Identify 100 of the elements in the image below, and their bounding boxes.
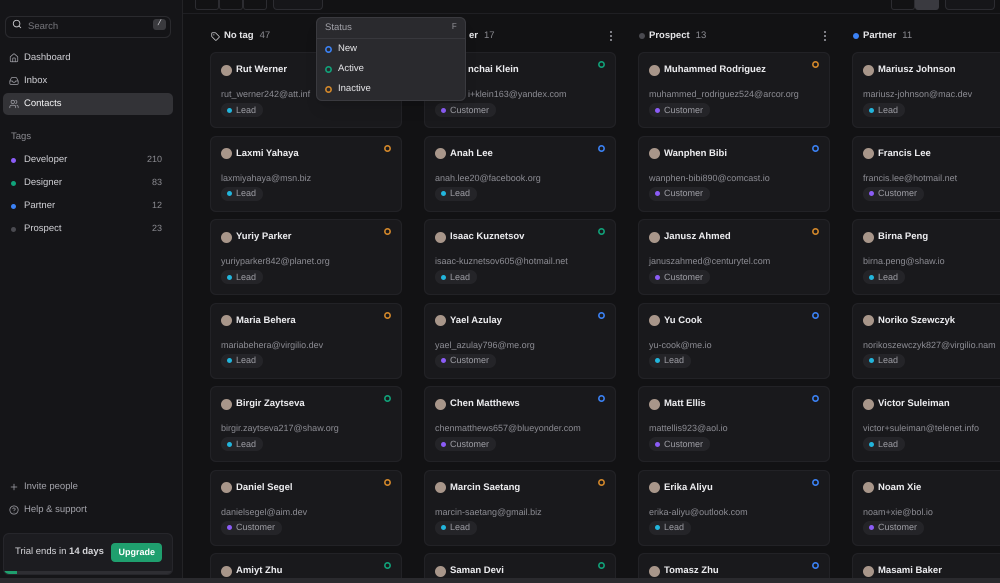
contact-email: wanphen-bibi890@comcast.io: [649, 172, 770, 182]
contact-name: Laxmi Yahaya: [236, 148, 299, 160]
contact-card[interactable]: Yael Azulay yael_azulay796@me.org Customer: [424, 302, 616, 378]
tag-label: Lead: [450, 188, 470, 199]
sidebar-link[interactable]: Help & support: [3, 499, 173, 521]
contact-card[interactable]: Amiyt Zhu: [210, 553, 402, 578]
tag-count: 23: [152, 222, 162, 236]
toolbar-button[interactable]: [273, 0, 323, 10]
contact-card[interactable]: Victor Suleiman victor+suleiman@telenet.info Lead: [852, 386, 1000, 462]
nav-item[interactable]: Dashboard: [3, 47, 173, 69]
contact-card[interactable]: Maria Behera mariabehera@virgilio.dev Lead: [210, 302, 402, 378]
contact-card[interactable]: Mariusz Johnson mariusz-johnson@mac.dev Lead: [852, 52, 1000, 128]
avatar: [435, 148, 446, 159]
contact-name: Matt Ellis: [664, 398, 706, 410]
tag-item[interactable]: Designer 83: [3, 172, 173, 194]
contact-name: Birgir Zaytseva: [236, 398, 305, 410]
contact-name: Rut Werner: [236, 64, 288, 76]
avatar: [649, 64, 660, 76]
column-count: 13: [696, 30, 706, 42]
tag-label: Customer: [878, 522, 918, 533]
shortcut-key: F: [452, 21, 457, 35]
section-heading: Tags: [10, 131, 32, 143]
column-title: No tag: [224, 30, 254, 42]
contact-card[interactable]: Birgir Zaytseva birgir.zaytseva217@shaw.org Lead: [210, 386, 402, 462]
contact-card[interactable]: Saman Devi: [424, 553, 616, 578]
contact-name: Maria Behera: [236, 314, 296, 326]
contact-card[interactable]: Noam Xie noam+xie@bol.io Customer: [852, 470, 1000, 546]
contact-card[interactable]: Matt Ellis mattellis923@aol.io Customer: [638, 386, 830, 462]
contact-name: nchai Klein: [468, 64, 519, 76]
toolbar-button[interactable]: [915, 0, 939, 10]
column-title: Prospect: [649, 30, 690, 42]
toolbar-button[interactable]: [219, 0, 243, 10]
nav-item[interactable]: Inbox: [3, 70, 173, 92]
contact-name: Chen Matthews: [450, 398, 520, 410]
toolbar-button[interactable]: [243, 0, 267, 10]
contact-name: Noam Xie: [878, 482, 922, 494]
avatar: [649, 148, 660, 159]
contact-name: Janusz Ahmed: [664, 231, 731, 243]
column-title: Partner: [863, 30, 896, 42]
contact-card[interactable]: Daniel Segel danielsegel@aim.dev Customer: [210, 470, 402, 546]
contact-card[interactable]: Masami Baker: [852, 553, 1000, 578]
contact-card[interactable]: Noriko Szewczyk norikoszewczyk827@virgilio.nam Lead: [852, 302, 1000, 378]
nav-item[interactable]: Contacts: [3, 93, 173, 115]
tag-label: Customer: [664, 272, 704, 282]
contact-email: anah.lee20@facebook.org: [435, 172, 541, 182]
contact-email: marcin-saetang@gmail.biz: [435, 506, 542, 516]
tag-item[interactable]: Prospect 23: [3, 218, 173, 240]
contact-name: Marcin Saetang: [450, 482, 520, 494]
tag-label: Lead: [878, 272, 898, 282]
avatar: [863, 315, 874, 326]
contact-name: Erika Aliyu: [664, 482, 713, 494]
contact-card[interactable]: Laxmi Yahaya laxmiyahaya@msn.biz Lead: [210, 136, 402, 212]
contact-card[interactable]: Janusz Ahmed januszahmed@centurytel.com Customer: [638, 219, 830, 295]
avatar: [863, 64, 874, 76]
toolbar-button[interactable]: [945, 0, 995, 10]
avatar: [649, 232, 660, 242]
contact-email: yu-cook@me.io: [649, 340, 712, 350]
contact-email: i+klein163@yandex.com: [468, 89, 566, 99]
contact-email: yael_azulay796@me.org: [435, 340, 535, 350]
tag-label: Lead: [236, 272, 256, 282]
tag-count: 12: [152, 199, 162, 212]
tag-label: Customer: [236, 522, 276, 533]
plus-icon: [9, 482, 19, 492]
contact-card[interactable]: Marcin Saetang marcin-saetang@gmail.biz Lead: [424, 470, 616, 546]
sidebar-link[interactable]: Invite people: [3, 476, 173, 498]
contact-card[interactable]: Francis Lee francis.lee@hotmail.net Customer: [852, 136, 1000, 212]
avatar: [221, 232, 232, 242]
contact-card[interactable]: Tomasz Zhu: [638, 553, 830, 578]
column-title: er: [469, 30, 478, 42]
tag-label: Customer: [664, 188, 704, 199]
shortcut-key: /: [153, 18, 166, 30]
contact-card[interactable]: Muhammed Rodriguez muhammed_rodriguez524@arcor.org Customer: [638, 52, 830, 128]
avatar: [863, 148, 874, 159]
tag-label: Lead: [450, 522, 470, 533]
tag-label: Customer: [450, 438, 490, 450]
menu-title: Status: [325, 20, 352, 35]
tag-label: Customer: [664, 438, 704, 450]
contact-card[interactable]: Birna Peng birna.peng@shaw.io Lead: [852, 219, 1000, 295]
contact-email: francis.lee@hotmail.net: [863, 172, 958, 182]
inbox-icon: [9, 76, 19, 86]
contact-email: erika-aliyu@outlook.com: [649, 506, 748, 516]
contact-card[interactable]: Yu Cook yu-cook@me.io Lead: [638, 302, 830, 378]
tag-item[interactable]: Partner 12: [3, 195, 173, 217]
contact-email: mariabehera@virgilio.dev: [221, 340, 324, 350]
contact-card[interactable]: Wanphen Bibi wanphen-bibi890@comcast.io Customer: [638, 136, 830, 212]
contact-card[interactable]: Anah Lee anah.lee20@facebook.org Lead: [424, 136, 616, 212]
tag-label: Lead: [878, 355, 898, 366]
toolbar-button[interactable]: [195, 0, 219, 10]
contact-card[interactable]: Erika Aliyu erika-aliyu@outlook.com Lead: [638, 470, 830, 546]
contact-email: danielsegel@aim.dev: [221, 506, 308, 516]
tag-item[interactable]: Developer 210: [3, 149, 173, 171]
contact-name: Tomasz Zhu: [664, 565, 719, 577]
tag-label: Customer: [450, 104, 490, 116]
contact-card[interactable]: Chen Matthews chenmatthews657@blueyonder.com Customer: [424, 386, 616, 462]
avatar: [863, 566, 874, 576]
contact-name: Birna Peng: [878, 231, 928, 243]
contact-card[interactable]: Yuriy Parker yuriyparker842@planet.org Lead: [210, 219, 402, 295]
contact-email: mattellis923@aol.io: [649, 423, 728, 433]
avatar: [221, 566, 232, 576]
contact-card[interactable]: Isaac Kuznetsov isaac-kuznetsov605@hotmail.net Lead: [424, 219, 616, 295]
